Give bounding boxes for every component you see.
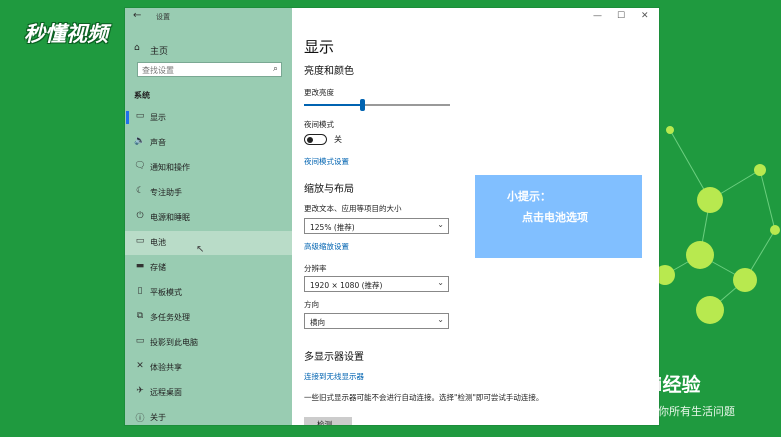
night-mode-toggle[interactable] <box>304 134 327 145</box>
wireless-display-link[interactable]: 连接到无线显示器 <box>304 371 364 382</box>
back-arrow-icon[interactable]: ← <box>133 10 141 21</box>
tablet-icon: ▯ <box>137 286 143 296</box>
sidebar-item-label: 存储 <box>150 263 166 272</box>
sidebar-item-label: 体验共享 <box>150 363 182 372</box>
sidebar-item[interactable]: ▭ 显示 <box>125 106 292 130</box>
home-label: 主页 <box>150 47 169 57</box>
detect-button-label: 检测 <box>317 420 332 425</box>
section-brightness: 亮度和颜色 <box>304 66 354 77</box>
sidebar-item[interactable]: ⏻ 电源和睡眠 <box>125 206 292 230</box>
sidebar-item-label: 投影到此电脑 <box>150 338 198 347</box>
sound-icon: 🔈 <box>134 136 146 146</box>
search-placeholder: 查找设置 <box>142 66 174 75</box>
display-icon: ▭ <box>135 111 145 121</box>
chevron-down-icon: ⌄ <box>437 315 444 324</box>
notification-icon: 🗨 <box>134 161 146 171</box>
miaodong-logo: 秒懂视频 <box>24 22 108 46</box>
sidebar-item[interactable]: ▭ 投影到此电脑 <box>125 331 292 355</box>
orientation-value: 横向 <box>310 318 325 327</box>
sidebar-item[interactable]: ⓘ 关于 <box>125 406 292 425</box>
power-icon: ⏻ <box>136 211 144 221</box>
sidebar-item-label: 电池 <box>150 238 166 247</box>
tip-body: 点击电池选项 <box>522 211 588 224</box>
mouse-cursor-icon: ↖ <box>196 244 205 255</box>
sidebar-item-label: 显示 <box>150 113 166 122</box>
window-title: 设置 <box>156 13 170 21</box>
search-input[interactable]: 查找设置 ⌕ <box>137 62 282 77</box>
sidebar-item-label: 电源和睡眠 <box>150 213 190 222</box>
sidebar-item[interactable]: 🗨 通知和操作 <box>125 156 292 180</box>
sidebar-item-label: 专注助手 <box>150 188 182 197</box>
orientation-label: 方向 <box>304 300 319 309</box>
remote-desktop-icon: ✈ <box>136 386 144 396</box>
home-icon: ⌂ <box>134 43 140 53</box>
sidebar-item-label: 通知和操作 <box>150 163 190 172</box>
brightness-slider-thumb[interactable] <box>360 99 366 111</box>
baidu-jingyan-logo: i经验 <box>656 374 701 396</box>
night-mode-settings-link[interactable]: 夜间模式设置 <box>304 156 349 167</box>
detect-button[interactable]: 检测 <box>304 417 352 425</box>
section-scale-layout: 缩放与布局 <box>304 184 354 195</box>
projecting-icon: ▭ <box>135 336 145 346</box>
page-title: 显示 <box>304 38 335 56</box>
sidebar-item[interactable]: ▬ 存储 <box>125 256 292 280</box>
section-label-system: 系统 <box>134 91 150 100</box>
sidebar-item-label: 关于 <box>150 413 166 422</box>
brightness-label: 更改亮度 <box>304 88 334 97</box>
focus-assist-icon: ☾ <box>135 186 145 196</box>
scale-label: 更改文本、应用等项目的大小 <box>304 204 402 213</box>
brightness-slider[interactable] <box>304 99 450 111</box>
chevron-down-icon: ⌄ <box>437 278 444 287</box>
sidebar-item-home[interactable]: ⌂ 主页 <box>125 40 292 58</box>
orientation-dropdown[interactable]: 横向 ⌄ <box>304 313 449 329</box>
sidebar-item[interactable]: ✈ 远程桌面 <box>125 381 292 405</box>
tip-box: 小提示： 点击电池选项 <box>475 175 642 258</box>
selected-indicator <box>126 111 129 124</box>
sidebar-item-label: 平板模式 <box>150 288 182 297</box>
resolution-dropdown[interactable]: 1920 × 1080 (推荐) ⌄ <box>304 276 449 292</box>
scale-value: 125% (推荐) <box>310 223 355 232</box>
shared-experiences-icon: ✕ <box>136 361 144 371</box>
resolution-value: 1920 × 1080 (推荐) <box>310 281 383 290</box>
close-icon[interactable]: ✕ <box>641 11 649 21</box>
maximize-icon[interactable]: ☐ <box>617 11 625 21</box>
multi-display-description: 一些旧式显示器可能不会进行自动连接。选择"检测"即可尝试手动连接。 <box>304 393 544 402</box>
sidebar-item[interactable]: ▯ 平板模式 <box>125 281 292 305</box>
chevron-down-icon: ⌄ <box>437 220 444 229</box>
multitasking-icon: ⧉ <box>136 311 144 321</box>
advanced-scale-link[interactable]: 高级缩放设置 <box>304 241 349 252</box>
window-controls: — ☐ ✕ <box>579 8 659 24</box>
section-multi-display: 多显示器设置 <box>304 352 364 363</box>
night-mode-state: 关 <box>334 135 342 144</box>
sidebar-item[interactable]: 🔈 声音 <box>125 131 292 155</box>
sidebar-item[interactable]: ▭ 电池 <box>125 231 292 255</box>
sidebar-item[interactable]: ⧉ 多任务处理 <box>125 306 292 330</box>
titlebar: ← 设置 <box>125 8 292 26</box>
about-icon: ⓘ <box>135 414 145 424</box>
sidebar-item-label: 多任务处理 <box>150 313 190 322</box>
sidebar-item-label: 声音 <box>150 138 166 147</box>
minimize-icon[interactable]: — <box>593 11 602 21</box>
tip-title: 小提示： <box>507 190 551 203</box>
sidebar: ← 设置 ⌂ 主页 查找设置 ⌕ 系统 ▭ 显示 🔈 声音 🗨 通知和操作 ☾ 专注助手 ⏻ 电源… <box>125 8 292 425</box>
battery-icon: ▭ <box>135 236 145 246</box>
sidebar-item[interactable]: ✕ 体验共享 <box>125 356 292 380</box>
night-mode-label: 夜间模式 <box>304 120 334 129</box>
toggle-knob <box>307 136 313 143</box>
sidebar-item[interactable]: ☾ 专注助手 <box>125 181 292 205</box>
network-decoration <box>655 126 780 324</box>
sidebar-item-label: 远程桌面 <box>150 388 182 397</box>
storage-icon: ▬ <box>135 261 145 271</box>
brightness-slider-fill <box>304 104 363 106</box>
search-icon: ⌕ <box>272 64 278 74</box>
scale-dropdown[interactable]: 125% (推荐) ⌄ <box>304 218 449 234</box>
baidu-slogan: 你所有生活问题 <box>658 405 735 418</box>
resolution-label: 分辨率 <box>304 264 327 273</box>
